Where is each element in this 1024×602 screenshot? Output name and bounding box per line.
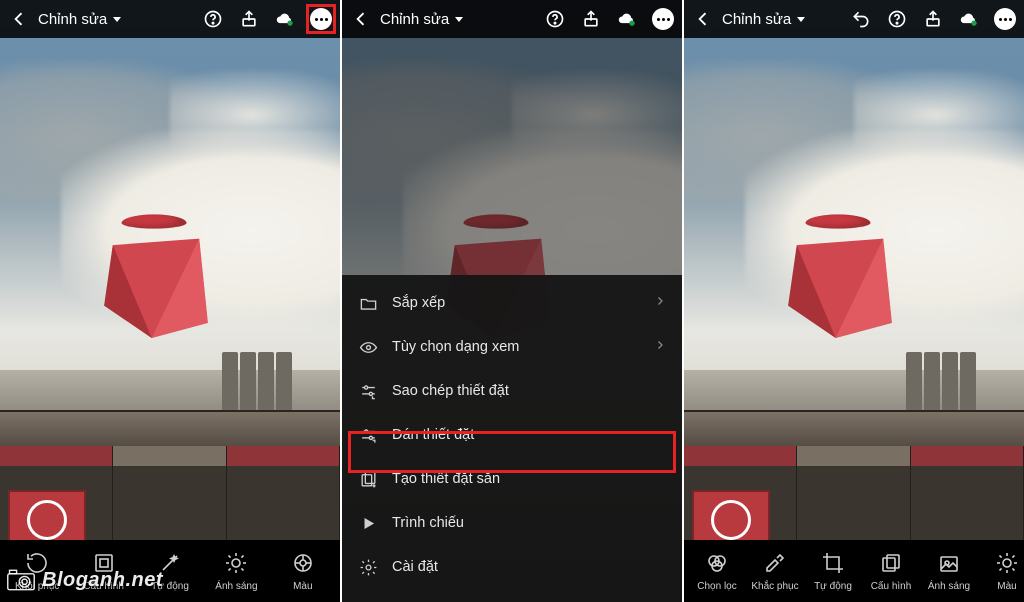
more-icon [315,18,328,21]
tool-heal[interactable]: Khắc phục [746,540,804,602]
menu-label: Cài đặt [392,559,438,575]
mode-dropdown[interactable]: Chỉnh sửa [380,11,463,28]
mode-title: Chỉnh sửa [380,11,449,28]
preset-add-icon [358,469,378,489]
tool-filter[interactable]: Chọn lọc [688,540,746,602]
eye-icon [358,337,378,357]
more-menu: Sắp xếp Tùy chọn dạng xem Sao chép thiết… [342,275,682,602]
chevron-right-icon [654,339,666,355]
mode-dropdown[interactable]: Chỉnh sửa [722,11,805,28]
menu-label: Trình chiếu [392,515,464,531]
chevron-down-icon [455,17,463,22]
menu-label: Dán thiết đặt [392,427,474,443]
tool-presets[interactable]: Ánh sáng [920,540,978,602]
tutorial-three-up: Chỉnh sửa [0,0,1024,602]
more-icon [657,18,670,21]
sliders-copy-icon [358,381,378,401]
more-icon [999,18,1012,21]
tool-profiles[interactable]: Cấu hình [862,540,920,602]
undo-icon[interactable] [850,8,872,30]
topbar: Chỉnh sửa [0,0,340,38]
more-menu-button[interactable] [652,8,674,30]
more-menu-button[interactable] [994,8,1016,30]
share-icon[interactable] [922,8,944,30]
back-icon[interactable] [350,8,372,30]
share-icon[interactable] [238,8,260,30]
menu-item-slideshow[interactable]: Trình chiếu [342,501,682,545]
tool-color[interactable]: Màu [270,540,336,602]
edit-tool-strip[interactable]: Chọn lọc Khắc phục Tự động Cấu hình Ánh … [684,540,1024,602]
photo-canvas[interactable] [684,0,1024,602]
photo-canvas[interactable] [0,0,340,602]
watermark: Bloganh.net [6,568,163,592]
folder-icon [358,293,378,313]
help-icon[interactable] [886,8,908,30]
menu-item-view-options[interactable]: Tùy chọn dạng xem [342,325,682,369]
back-icon[interactable] [8,8,30,30]
menu-item-settings[interactable]: Cài đặt [342,545,682,589]
help-icon[interactable] [202,8,224,30]
cloud-sync-icon[interactable] [274,8,296,30]
mode-title: Chỉnh sửa [38,11,107,28]
tool-light[interactable]: Màu [978,540,1024,602]
play-icon [358,513,378,533]
topbar: Chỉnh sửa [342,0,682,38]
gear-icon [358,557,378,577]
sky-lantern-subject [96,210,216,340]
menu-item-organize[interactable]: Sắp xếp [342,281,682,325]
tool-light[interactable]: Ánh sáng [203,540,269,602]
share-icon[interactable] [580,8,602,30]
help-icon[interactable] [544,8,566,30]
sliders-paste-icon [358,425,378,445]
sky-lantern-subject [780,210,900,340]
more-menu-button[interactable] [310,8,332,30]
back-icon[interactable] [692,8,714,30]
menu-label: Tạo thiết đặt sẵn [392,471,500,487]
menu-label: Sắp xếp [392,295,445,311]
menu-item-create-preset[interactable]: Tạo thiết đặt sẵn [342,457,682,501]
panel-step-1: Chỉnh sửa [0,0,340,602]
panel-step-3: Chỉnh sửa [684,0,1024,602]
topbar: Chỉnh sửa [684,0,1024,38]
tool-crop[interactable]: Tự động [804,540,862,602]
cloud-sync-icon[interactable] [616,8,638,30]
menu-item-copy-settings[interactable]: Sao chép thiết đặt [342,369,682,413]
mode-title: Chỉnh sửa [722,11,791,28]
menu-label: Sao chép thiết đặt [392,383,509,399]
menu-label: Tùy chọn dạng xem [392,339,519,355]
mode-dropdown[interactable]: Chỉnh sửa [38,11,121,28]
menu-item-paste-settings[interactable]: Dán thiết đặt [342,413,682,457]
cloud-sync-icon[interactable] [958,8,980,30]
chevron-down-icon [113,17,121,22]
chevron-down-icon [797,17,805,22]
panel-step-2: Chỉnh sửa Sắp xếp [342,0,682,602]
chevron-right-icon [654,295,666,311]
